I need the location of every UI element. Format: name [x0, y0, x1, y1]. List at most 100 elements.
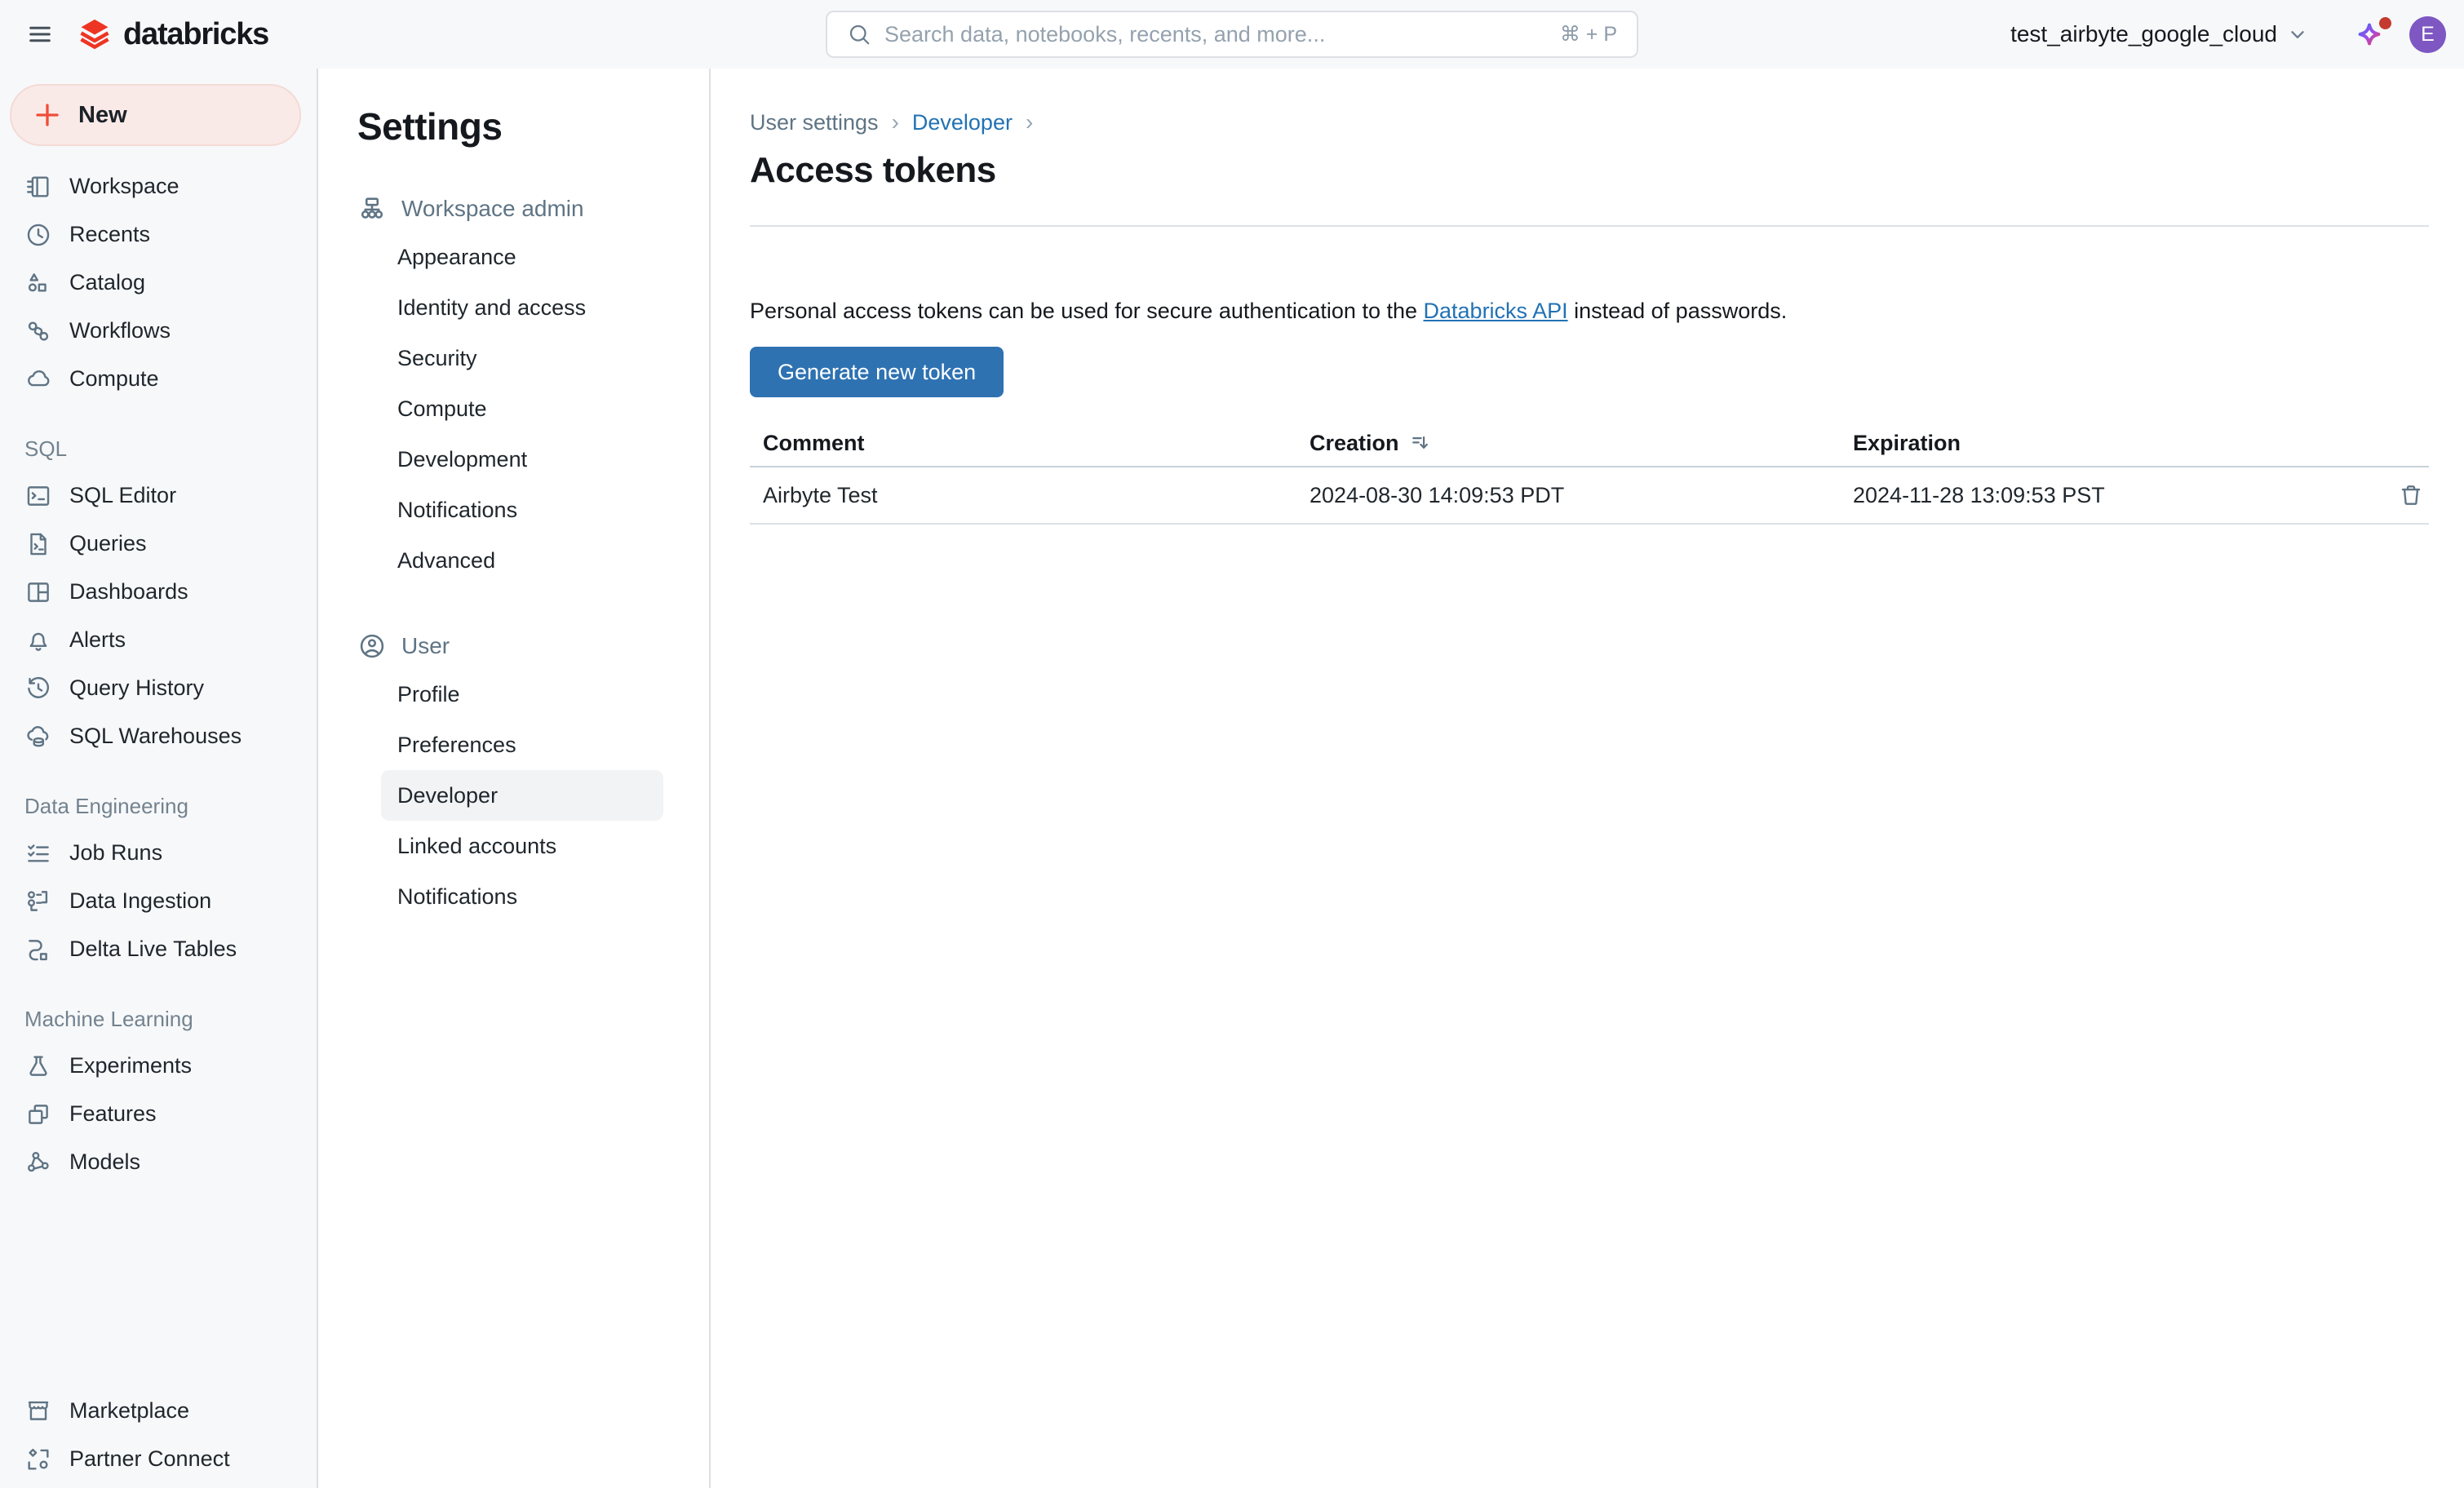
- global-search[interactable]: ⌘ + P: [826, 11, 1638, 58]
- sidebar-item-compute[interactable]: Compute: [0, 355, 317, 403]
- table-header-row: Comment Creation Expiration: [750, 420, 2429, 467]
- settings-item-linked-accounts[interactable]: Linked accounts: [381, 821, 663, 871]
- sidebar-item-label: Marketplace: [69, 1398, 189, 1424]
- sidebar-item-label: SQL Editor: [69, 483, 176, 508]
- workflows-icon: [24, 317, 52, 345]
- sidebar-item-dashboards[interactable]: Dashboards: [0, 568, 317, 616]
- sidebar-item-label: Compute: [69, 366, 159, 392]
- sidebar-item-label: Recents: [69, 222, 150, 247]
- description-prefix: Personal access tokens can be used for s…: [750, 299, 1424, 323]
- databricks-api-link[interactable]: Databricks API: [1424, 299, 1568, 323]
- column-header-expiration[interactable]: Expiration: [1840, 431, 2377, 456]
- description: Personal access tokens can be used for s…: [750, 299, 2429, 324]
- sidebar-item-job-runs[interactable]: Job Runs: [0, 829, 317, 877]
- workspace-selector[interactable]: test_airbyte_google_cloud: [2010, 21, 2308, 47]
- search-icon: [847, 22, 871, 46]
- hamburger-menu-icon[interactable]: [21, 16, 59, 53]
- settings-item-developer[interactable]: Developer: [381, 770, 663, 821]
- queries-icon: [24, 530, 52, 558]
- token-comment: Airbyte Test: [750, 483, 1296, 508]
- sidebar-item-catalog[interactable]: Catalog: [0, 259, 317, 307]
- settings-item-identity-and-access[interactable]: Identity and access: [381, 282, 663, 333]
- sidebar-item-marketplace[interactable]: Marketplace: [0, 1387, 317, 1435]
- sort-descending-icon: [1409, 432, 1432, 454]
- catalog-icon: [24, 269, 52, 297]
- settings-title: Settings: [357, 104, 709, 148]
- job-runs-icon: [24, 839, 52, 867]
- query-history-icon: [24, 675, 52, 702]
- sidebar-item-experiments[interactable]: Experiments: [0, 1042, 317, 1090]
- search-input[interactable]: [884, 22, 1547, 47]
- title-divider: [750, 225, 2429, 227]
- sidebar-item-features[interactable]: Features: [0, 1090, 317, 1138]
- page-title: Access tokens: [750, 150, 2429, 191]
- dashboards-icon: [24, 578, 52, 606]
- plus-icon: [33, 100, 62, 130]
- token-expiration: 2024-11-28 13:09:53 PST: [1840, 483, 2377, 508]
- settings-item-security[interactable]: Security: [381, 333, 663, 383]
- sidebar-item-partner-connect[interactable]: Partner Connect: [0, 1435, 317, 1483]
- settings-item-notifications[interactable]: Notifications: [381, 485, 663, 535]
- avatar[interactable]: E: [2409, 16, 2446, 53]
- sidebar-item-data-ingestion[interactable]: Data Ingestion: [0, 877, 317, 925]
- sidebar-item-label: Dashboards: [69, 579, 188, 604]
- sidebar-item-label: Queries: [69, 531, 147, 556]
- sidebar-item-queries[interactable]: Queries: [0, 520, 317, 568]
- sidebar-item-workspace[interactable]: Workspace: [0, 162, 317, 210]
- delta-live-tables-icon: [24, 936, 52, 963]
- settings-item-user-notifications[interactable]: Notifications: [381, 871, 663, 922]
- settings-group-label: User: [401, 633, 450, 659]
- sidebar-item-label: Partner Connect: [69, 1446, 230, 1472]
- breadcrumb: User settings › Developer ›: [750, 109, 2429, 135]
- sidebar-item-sql-editor[interactable]: SQL Editor: [0, 472, 317, 520]
- token-creation: 2024-08-30 14:09:53 PDT: [1296, 483, 1840, 508]
- sidebar-item-label: Experiments: [69, 1053, 192, 1078]
- databricks-wordmark: databricks: [123, 17, 268, 52]
- sidebar-item-label: Workspace: [69, 174, 179, 199]
- sidebar-section-data-engineering: Data Engineering: [0, 783, 317, 829]
- sidebar-item-label: Catalog: [69, 270, 145, 295]
- settings-item-development[interactable]: Development: [381, 434, 663, 485]
- sidebar-item-sql-warehouses[interactable]: SQL Warehouses: [0, 712, 317, 760]
- breadcrumb-separator: ›: [892, 109, 899, 135]
- workspace-name: test_airbyte_google_cloud: [2010, 21, 2277, 47]
- column-header-label: Creation: [1310, 431, 1399, 456]
- settings-group-header: User: [357, 623, 709, 669]
- sidebar-item-label: Data Ingestion: [69, 888, 211, 914]
- models-icon: [24, 1149, 52, 1176]
- sidebar-item-label: Features: [69, 1101, 157, 1127]
- settings-item-profile[interactable]: Profile: [381, 669, 663, 720]
- settings-item-appearance[interactable]: Appearance: [381, 232, 663, 282]
- sidebar-section-machine-learning: Machine Learning: [0, 996, 317, 1042]
- settings-item-compute[interactable]: Compute: [381, 383, 663, 434]
- sidebar-item-recents[interactable]: Recents: [0, 210, 317, 259]
- sidebar-item-label: Delta Live Tables: [69, 937, 237, 962]
- sidebar-item-models[interactable]: Models: [0, 1138, 317, 1186]
- sidebar-item-workflows[interactable]: Workflows: [0, 307, 317, 355]
- sidebar-item-label: Alerts: [69, 627, 126, 653]
- trash-icon: [2398, 482, 2424, 508]
- new-button[interactable]: New: [10, 84, 301, 146]
- settings-item-preferences[interactable]: Preferences: [381, 720, 663, 770]
- settings-group-workspace-admin: Workspace admin Appearance Identity and …: [357, 186, 709, 586]
- breadcrumb-developer[interactable]: Developer: [912, 110, 1013, 135]
- column-header-comment[interactable]: Comment: [750, 431, 1296, 456]
- sidebar-item-delta-live-tables[interactable]: Delta Live Tables: [0, 925, 317, 973]
- data-ingestion-icon: [24, 888, 52, 915]
- breadcrumb-user-settings[interactable]: User settings: [750, 110, 879, 135]
- org-chart-icon: [357, 194, 387, 224]
- settings-item-advanced[interactable]: Advanced: [381, 535, 663, 586]
- partner-connect-icon: [24, 1446, 52, 1473]
- assistant-sparkle-icon[interactable]: [2351, 16, 2388, 53]
- column-header-creation[interactable]: Creation: [1296, 431, 1840, 456]
- user-circle-icon: [357, 631, 387, 661]
- clock-icon: [24, 221, 52, 249]
- delete-token-button[interactable]: [2377, 482, 2429, 508]
- sidebar-item-query-history[interactable]: Query History: [0, 664, 317, 712]
- generate-new-token-button[interactable]: Generate new token: [750, 347, 1004, 397]
- settings-group-user: User Profile Preferences Developer Linke…: [357, 623, 709, 922]
- sql-editor-icon: [24, 482, 52, 510]
- sidebar-item-alerts[interactable]: Alerts: [0, 616, 317, 664]
- databricks-logo[interactable]: databricks: [77, 16, 268, 52]
- sidebar-footer: Marketplace Partner Connect: [0, 1387, 317, 1488]
